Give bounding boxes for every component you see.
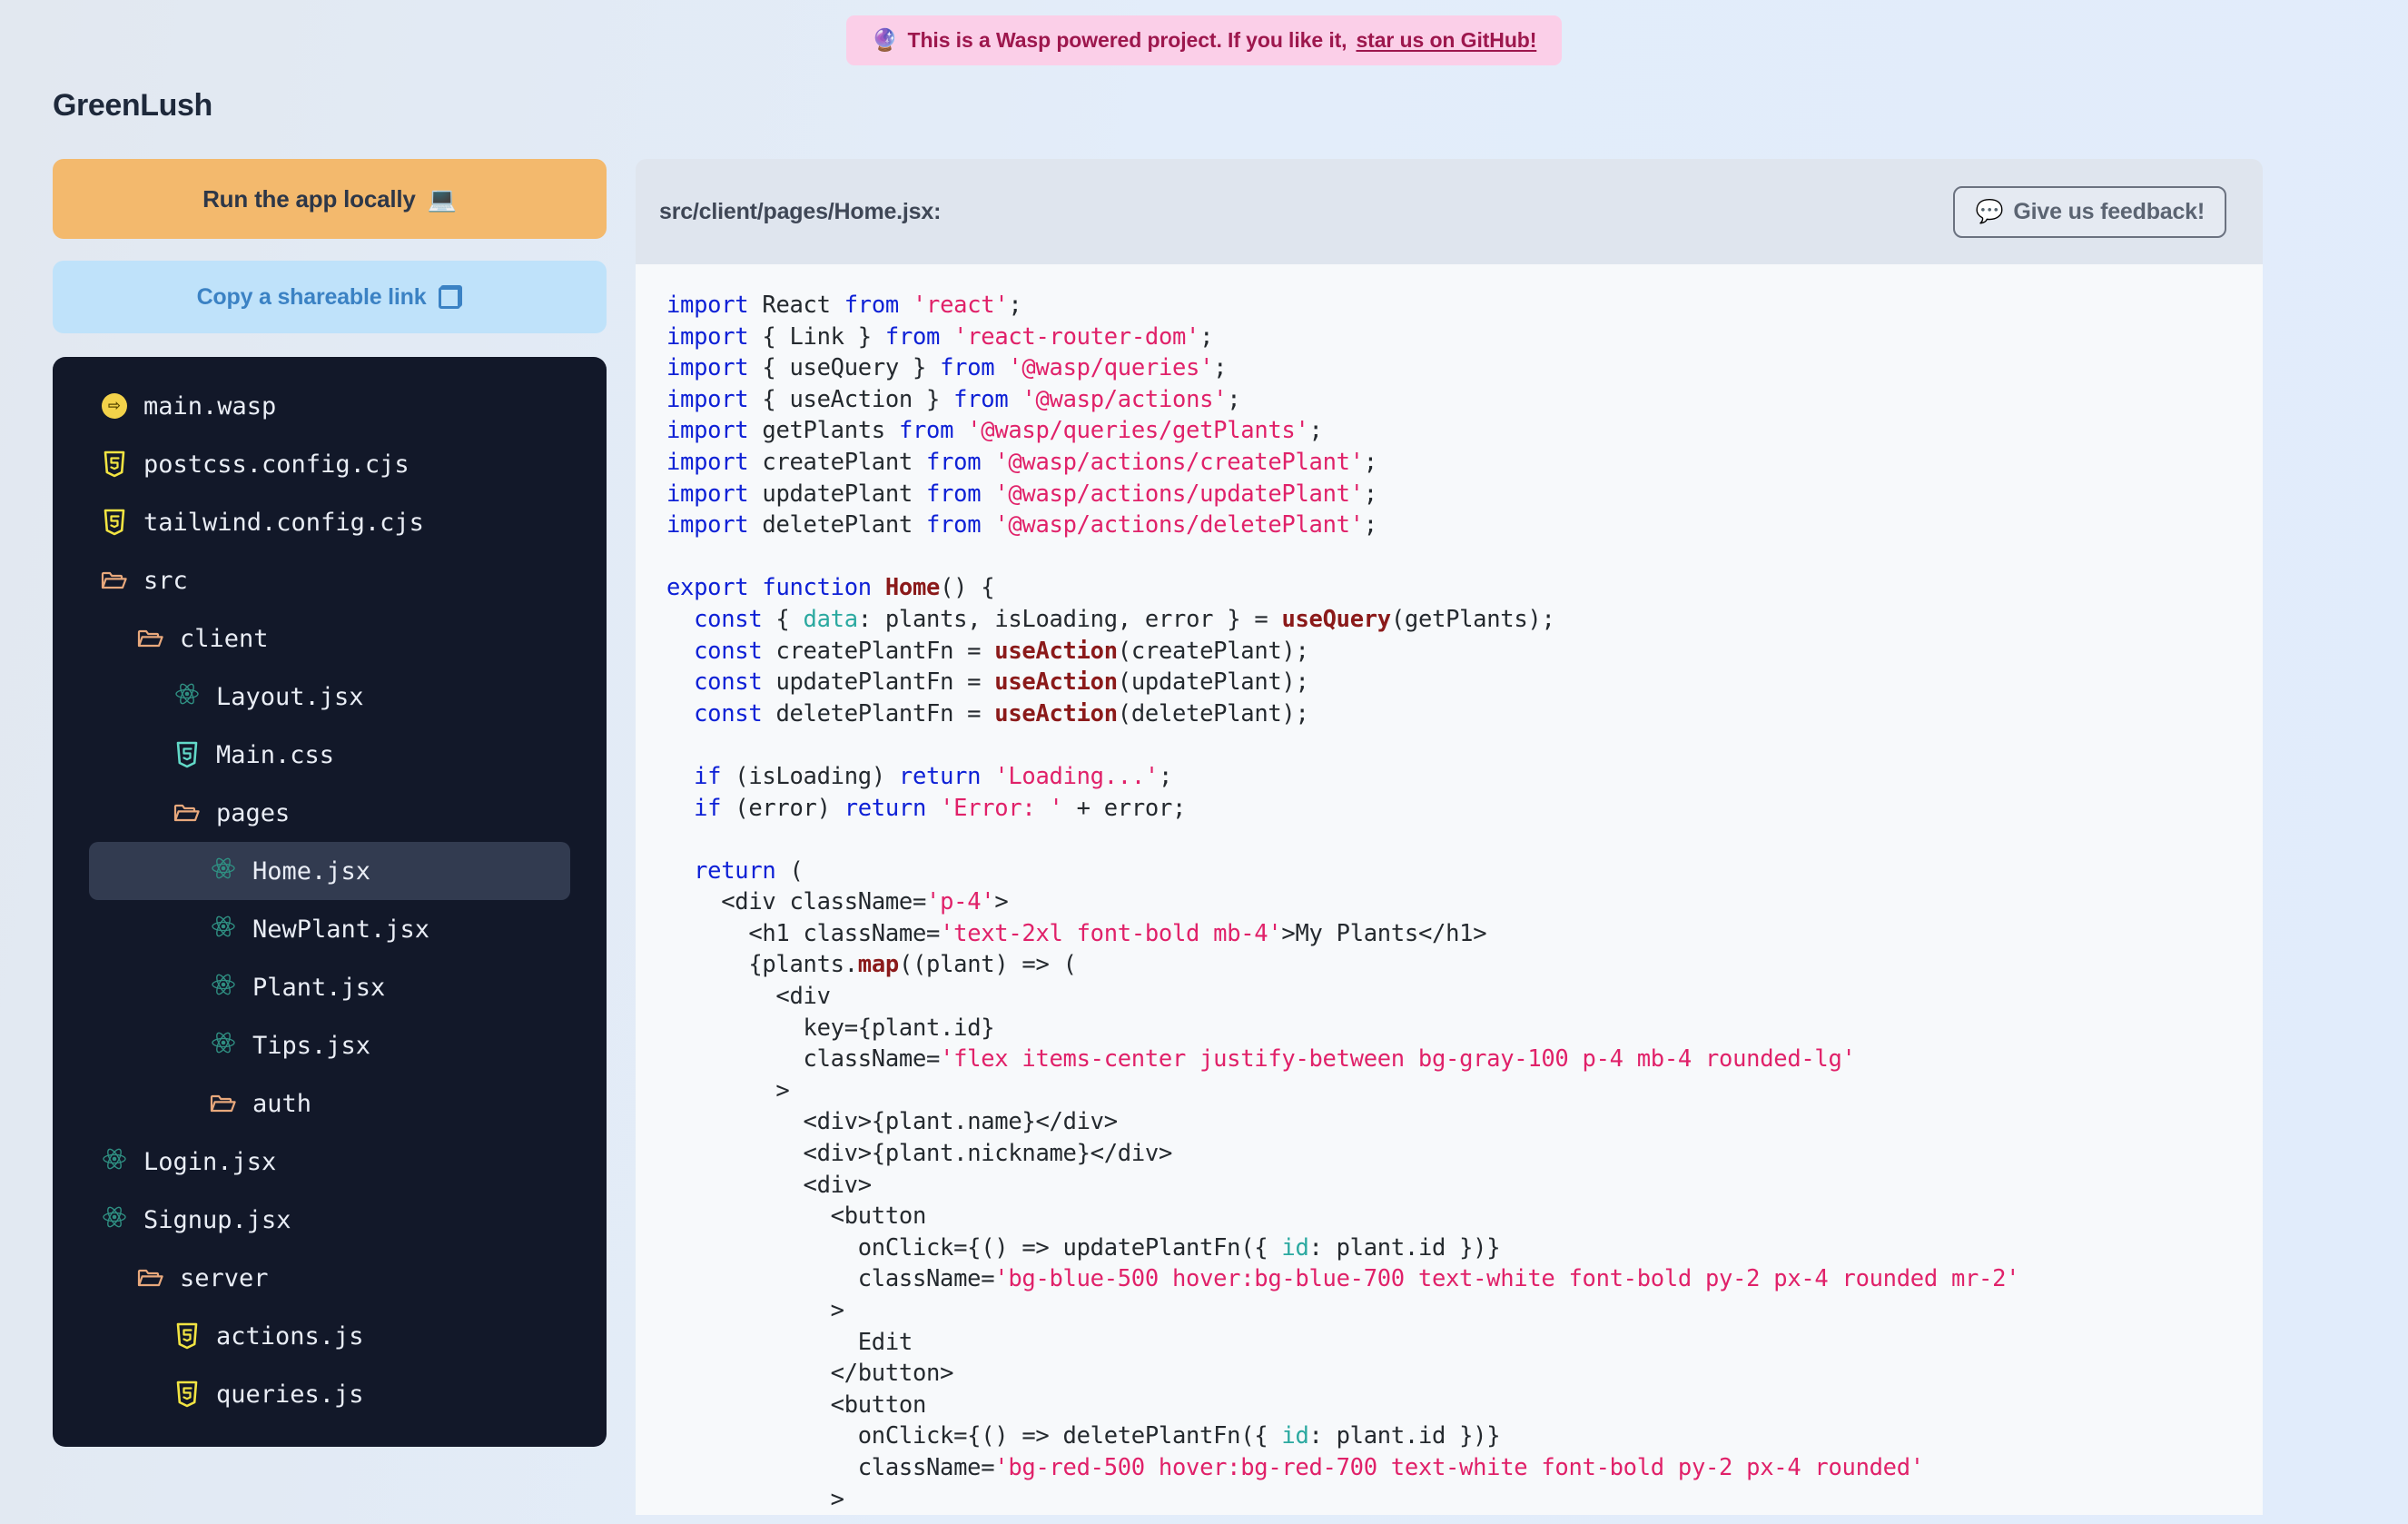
file-icon-wrap [169, 1322, 205, 1350]
file-tree: ⇨ main.wasp postcss.config.cjs tailwind.con… [53, 357, 607, 1447]
code-content: import React from 'react'; import { Link… [666, 292, 2020, 1513]
js-file-icon [103, 509, 126, 536]
folder-icon [101, 569, 128, 591]
file-icon-wrap [205, 972, 242, 1004]
file-tree-item-label: postcss.config.cjs [143, 450, 410, 479]
run-app-locally-button[interactable]: Run the app locally 💻 [53, 159, 607, 239]
file-tree-item[interactable]: Plant.jsx [89, 958, 570, 1016]
file-tree-item[interactable]: Layout.jsx [89, 668, 570, 726]
main-layout: Run the app locally 💻 Copy a shareable l… [0, 159, 2408, 1516]
file-tree-item-label: Home.jsx [252, 856, 371, 886]
file-tree-item-label: server [180, 1263, 269, 1292]
file-icon-wrap [205, 914, 242, 945]
file-tree-item[interactable]: src [89, 551, 570, 609]
wasp-promo-banner: 🔮 This is a Wasp powered project. If you… [845, 15, 1563, 65]
file-icon-wrap [205, 1093, 242, 1114]
laptop-icon: 💻 [427, 184, 457, 213]
file-icon-wrap [96, 1146, 133, 1178]
wasp-icon: ⇨ [102, 393, 127, 419]
file-tree-item-label: actions.js [216, 1321, 364, 1351]
react-icon [211, 856, 236, 887]
react-icon [174, 681, 200, 713]
file-icon-wrap [205, 856, 242, 887]
file-tree-item-label: auth [252, 1089, 312, 1118]
js-file-icon [175, 1322, 199, 1350]
file-tree-item[interactable]: client [89, 609, 570, 668]
file-tree-item-label: queries.js [216, 1380, 364, 1409]
file-tree-item-label: main.wasp [143, 391, 277, 421]
file-icon-wrap [96, 1204, 133, 1236]
file-tree-item-label: pages [216, 798, 291, 827]
js-file-icon [175, 1381, 199, 1408]
file-tree-item-label: src [143, 566, 188, 595]
file-tree-item[interactable]: ⇨ main.wasp [89, 377, 570, 435]
run-app-locally-label: Run the app locally [202, 184, 416, 213]
crystal-ball-icon: 🔮 [871, 28, 899, 53]
file-tree-item[interactable]: Login.jsx [89, 1133, 570, 1191]
file-icon-wrap [205, 1030, 242, 1062]
speech-balloon-icon: 💬 [1975, 198, 2004, 224]
file-icon-wrap: ⇨ [96, 393, 133, 419]
file-tree-item[interactable]: NewPlant.jsx [89, 900, 570, 958]
file-tree-item[interactable]: queries.js [89, 1365, 570, 1423]
file-tree-item[interactable]: server [89, 1249, 570, 1307]
file-icon-wrap [96, 509, 133, 536]
file-icon-wrap [133, 1267, 169, 1289]
file-tree-item-label: Plant.jsx [252, 973, 386, 1002]
file-tree-item-label: Signup.jsx [143, 1205, 291, 1234]
file-icon-wrap [133, 628, 169, 649]
copy-shareable-link-button[interactable]: Copy a shareable link [53, 261, 607, 333]
file-tree-item[interactable]: Tips.jsx [89, 1016, 570, 1074]
file-tree-item[interactable]: tailwind.config.cjs [89, 493, 570, 551]
file-tree-item[interactable]: auth [89, 1074, 570, 1133]
code-viewer[interactable]: import React from 'react'; import { Link… [636, 264, 2263, 1516]
sidebar: Run the app locally 💻 Copy a shareable l… [0, 159, 636, 1515]
editor-panel: src/client/pages/Home.jsx: 💬 Give us fee… [636, 159, 2263, 1516]
file-tree-item-label: NewPlant.jsx [252, 915, 430, 944]
file-tree-item[interactable]: Home.jsx [89, 842, 570, 900]
react-icon [102, 1146, 127, 1178]
file-icon-wrap [169, 681, 205, 713]
copy-icon [439, 285, 463, 309]
file-tree-item[interactable]: Main.css [89, 726, 570, 784]
file-tree-item[interactable]: pages [89, 784, 570, 842]
folder-icon [210, 1093, 237, 1114]
give-feedback-label: Give us feedback! [2013, 198, 2205, 224]
file-tree-item-label: Tips.jsx [252, 1031, 371, 1060]
file-icon-wrap [169, 802, 205, 824]
file-icon-wrap [96, 450, 133, 478]
js-file-icon [103, 450, 126, 478]
folder-icon [137, 1267, 164, 1289]
file-icon-wrap [169, 1381, 205, 1408]
file-tree-item[interactable]: postcss.config.cjs [89, 435, 570, 493]
github-star-link[interactable]: star us on GitHub! [1356, 28, 1536, 53]
banner-text: This is a Wasp powered project. If you l… [907, 28, 1347, 52]
folder-icon [173, 802, 201, 824]
give-feedback-button[interactable]: 💬 Give us feedback! [1953, 185, 2226, 238]
file-tree-item[interactable]: actions.js [89, 1307, 570, 1365]
editor-header: src/client/pages/Home.jsx: 💬 Give us fee… [636, 159, 2263, 264]
copy-shareable-link-label: Copy a shareable link [196, 283, 427, 310]
editor-file-path: src/client/pages/Home.jsx: [659, 198, 942, 224]
file-tree-item-label: Main.css [216, 740, 335, 769]
folder-icon [137, 628, 164, 649]
file-tree-item-label: Layout.jsx [216, 682, 364, 711]
react-icon [102, 1204, 127, 1236]
css-file-icon [175, 741, 199, 768]
file-icon-wrap [169, 741, 205, 768]
file-tree-item[interactable]: Signup.jsx [89, 1191, 570, 1249]
react-icon [211, 1030, 236, 1062]
page-title: GreenLush [53, 88, 212, 123]
banner-container: 🔮 This is a Wasp powered project. If you… [0, 0, 2408, 65]
react-icon [211, 914, 236, 945]
file-icon-wrap [96, 569, 133, 591]
file-tree-item-label: client [180, 624, 269, 653]
file-tree-item-label: Login.jsx [143, 1147, 277, 1176]
file-tree-item-label: tailwind.config.cjs [143, 508, 424, 537]
react-icon [211, 972, 236, 1004]
